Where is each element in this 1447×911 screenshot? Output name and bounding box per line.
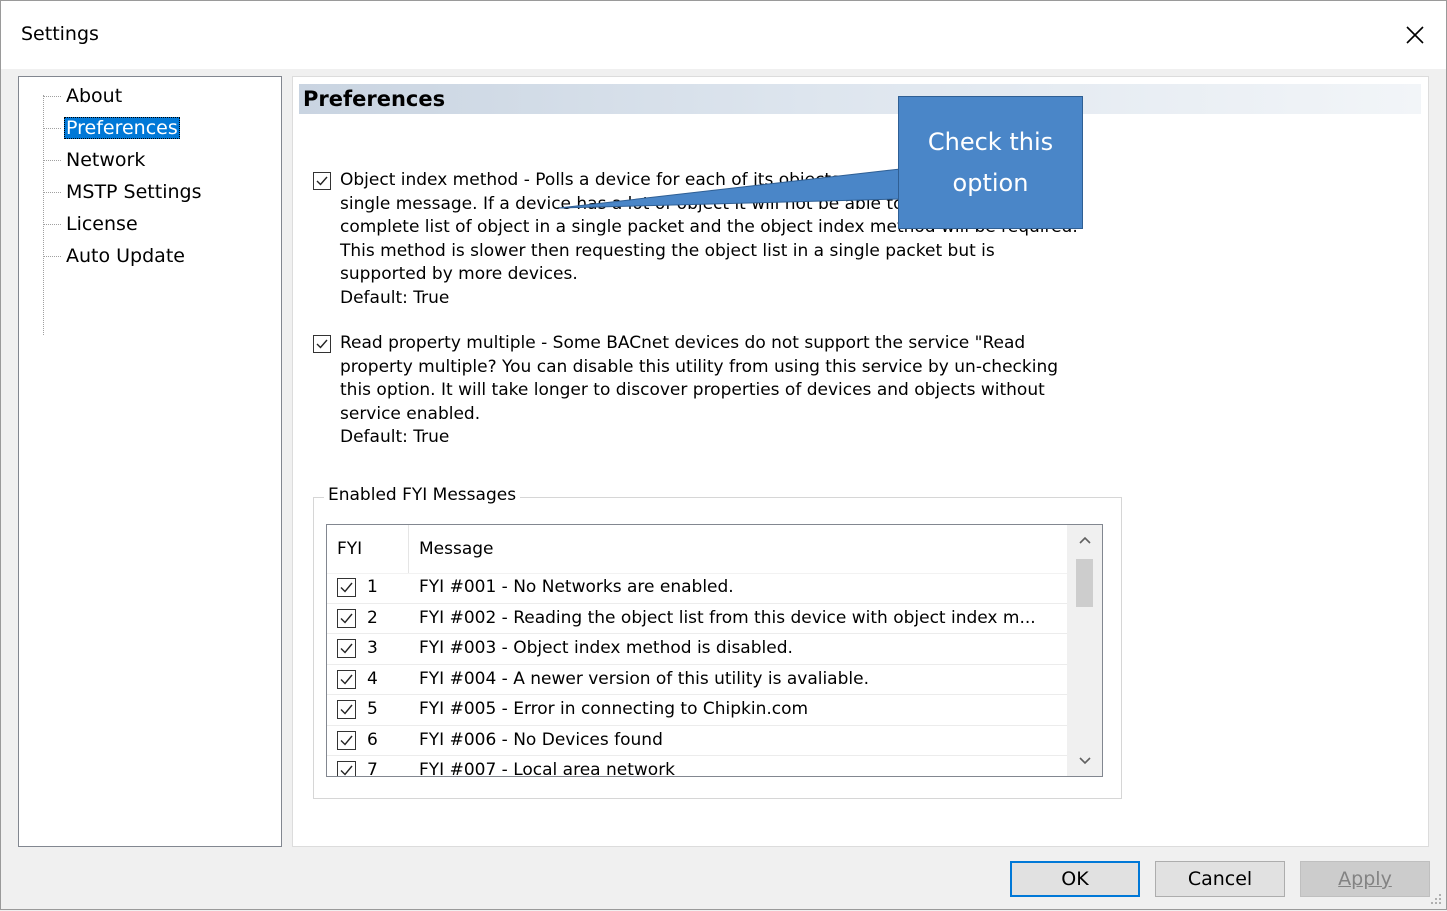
callout-text-line: option — [952, 168, 1029, 197]
checkmark-icon — [316, 339, 328, 349]
list-item[interactable]: 6 FYI #006 - No Devices found — [327, 726, 1067, 756]
fyi-messages-list[interactable]: FYI Message 1 FYI #001 - No Networks are… — [326, 524, 1103, 777]
row-number: 3 — [367, 638, 378, 658]
row-message: FYI #005 - Error in connecting to Chipki… — [419, 699, 809, 719]
checkmark-icon — [316, 176, 328, 186]
option-text-line: property multiple? You can disable this … — [340, 356, 1059, 377]
row-number: 7 — [367, 760, 378, 777]
preferences-panel: Preferences Object index method - Polls … — [292, 76, 1429, 847]
tree-item-auto-update[interactable]: Auto Update — [43, 242, 187, 270]
row-number: 2 — [367, 607, 378, 628]
tree-item-network[interactable]: Network — [43, 146, 147, 174]
row-checkbox[interactable] — [337, 669, 356, 689]
checkmark-icon — [340, 674, 353, 685]
tree-item-label: About — [66, 85, 123, 107]
tree-item-label: Auto Update — [66, 245, 185, 267]
row-message: FYI #004 - A newer version of this utili… — [419, 668, 869, 689]
row-checkbox[interactable] — [337, 578, 356, 597]
tree-item-label: Preferences — [64, 117, 180, 139]
read-property-multiple-description: Read property multiple - Some BACnet dev… — [340, 332, 1080, 450]
read-property-multiple-option: Read property multiple - Some BACnet dev… — [313, 332, 1080, 450]
tree-item-label: MSTP Settings — [66, 181, 202, 203]
tree-dots — [43, 255, 61, 257]
chevron-up-icon — [1078, 536, 1091, 544]
group-legend: Enabled FYI Messages — [324, 485, 521, 505]
row-checkbox[interactable] — [337, 700, 356, 719]
row-checkbox[interactable] — [337, 761, 356, 776]
checkmark-icon — [340, 613, 353, 624]
annotation-callout: Check this option — [898, 96, 1083, 229]
cancel-button[interactable]: Cancel — [1155, 861, 1285, 897]
list-item[interactable]: 5 FYI #005 - Error in connecting to Chip… — [327, 695, 1067, 726]
row-number: 4 — [367, 668, 378, 689]
option-default: Default: True — [340, 427, 450, 447]
row-message: FYI #006 - No Devices found — [419, 729, 663, 750]
tree-dots — [43, 95, 61, 97]
column-header-message[interactable]: Message — [409, 525, 1067, 573]
checkmark-icon — [340, 765, 353, 776]
tree-item-preferences[interactable]: Preferences — [43, 114, 180, 142]
object-index-method-checkbox[interactable] — [313, 172, 331, 190]
list-item[interactable]: 2 FYI #002 - Reading the object list fro… — [327, 604, 1067, 634]
row-number: 5 — [367, 699, 378, 719]
settings-dialog: Settings About Preferences Network MSTP … — [0, 0, 1447, 910]
ok-button[interactable]: OK — [1010, 861, 1140, 897]
checkmark-icon — [340, 582, 353, 593]
close-icon — [1406, 26, 1424, 44]
checkmark-icon — [340, 735, 353, 746]
section-title: Preferences — [303, 87, 446, 111]
row-message: FYI #007 - Local area network — [419, 760, 676, 777]
option-text-line: Read property multiple - Some BACnet dev… — [340, 333, 1026, 353]
list-item[interactable]: 3 FYI #003 - Object index method is disa… — [327, 634, 1067, 665]
chevron-down-icon — [1078, 757, 1091, 765]
title-bar: Settings — [1, 1, 1446, 69]
row-checkbox[interactable] — [337, 730, 356, 750]
tree-dots — [43, 159, 61, 161]
list-item[interactable]: 7 FYI #007 - Local area network — [327, 756, 1067, 777]
checkmark-icon — [340, 704, 353, 715]
row-checkbox[interactable] — [337, 608, 356, 628]
list-item[interactable]: 1 FYI #001 - No Networks are enabled. — [327, 573, 1067, 604]
row-message: FYI #002 - Reading the object list from … — [419, 607, 1036, 628]
checkmark-icon — [340, 643, 353, 654]
tree-dots — [43, 127, 61, 129]
section-header: Preferences — [299, 84, 1421, 114]
row-message: FYI #001 - No Networks are enabled. — [419, 577, 734, 597]
row-checkbox[interactable] — [337, 639, 356, 658]
list-header: FYI Message — [327, 525, 1067, 574]
scroll-up-button[interactable] — [1067, 525, 1102, 555]
read-property-multiple-checkbox[interactable] — [313, 335, 331, 353]
scrollbar-thumb[interactable] — [1076, 559, 1093, 607]
apply-button[interactable]: Apply — [1300, 861, 1430, 897]
settings-tree[interactable]: About Preferences Network MSTP Settings … — [18, 76, 282, 847]
apply-button-label: Apply — [1338, 868, 1392, 890]
tree-dots — [43, 191, 61, 193]
row-number: 6 — [367, 729, 378, 750]
tree-item-label: Network — [66, 149, 146, 171]
scroll-down-button[interactable] — [1067, 746, 1102, 776]
tree-item-license[interactable]: License — [43, 210, 140, 238]
option-text-line: this option. It will take longer to disc… — [340, 380, 1045, 400]
tree-item-about[interactable]: About — [43, 82, 124, 110]
list-item[interactable]: 4 FYI #004 - A newer version of this uti… — [327, 665, 1067, 695]
option-text-line: service enabled. — [340, 403, 481, 424]
close-button[interactable] — [1384, 1, 1446, 69]
row-number: 1 — [367, 577, 378, 597]
option-text-line: This method is slower then requesting th… — [340, 240, 995, 261]
row-message: FYI #003 - Object index method is disabl… — [419, 638, 793, 658]
vertical-scrollbar[interactable] — [1067, 525, 1102, 776]
window-title: Settings — [21, 23, 99, 45]
option-default: Default: True — [340, 287, 450, 308]
fyi-messages-group: Enabled FYI Messages FYI Message 1 FYI #… — [313, 485, 1122, 799]
tree-item-label: License — [66, 213, 138, 235]
tree-item-mstp-settings[interactable]: MSTP Settings — [43, 178, 204, 206]
tree-dots — [43, 223, 61, 225]
column-header-fyi[interactable]: FYI — [327, 525, 409, 573]
resize-grip-icon[interactable] — [1430, 893, 1442, 905]
option-text-line: supported by more devices. — [340, 264, 578, 284]
callout-text-line: Check this — [927, 127, 1054, 156]
